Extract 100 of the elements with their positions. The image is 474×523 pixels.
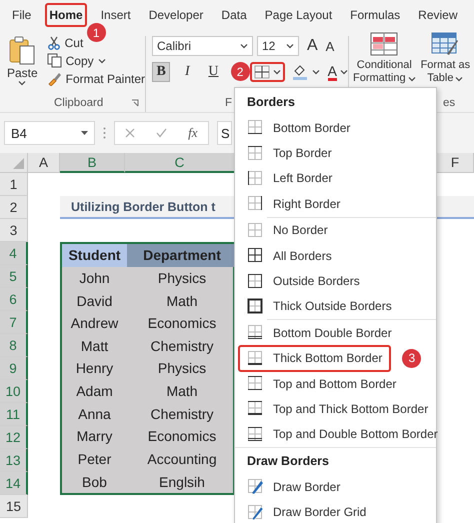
table-cell-text: Accounting bbox=[146, 450, 218, 470]
formula-field[interactable]: S bbox=[217, 121, 232, 145]
paste-button[interactable]: Paste bbox=[6, 66, 38, 80]
menu-item[interactable]: No Border bbox=[239, 218, 336, 243]
ribbon-tab[interactable]: Data bbox=[218, 4, 250, 26]
menu-item[interactable]: Top and Double Bottom Border bbox=[239, 422, 446, 448]
group-label: F bbox=[225, 97, 232, 109]
thick-bottom-border-icon bbox=[247, 350, 264, 367]
chevron-icon[interactable] bbox=[240, 43, 248, 49]
paintbrush-icon[interactable] bbox=[46, 71, 62, 86]
triangle-icon bbox=[13, 158, 24, 169]
chevron-icon[interactable] bbox=[286, 43, 294, 49]
ribbon-tab[interactable]: Review bbox=[415, 4, 461, 26]
copy-icon[interactable] bbox=[46, 53, 62, 68]
menu-item[interactable]: Top and Thick Bottom Border bbox=[239, 396, 436, 422]
row-header[interactable]: 15 bbox=[0, 495, 28, 518]
table-cell-text: John bbox=[78, 268, 111, 288]
menu-item[interactable]: Left Border bbox=[239, 166, 340, 192]
copy-button[interactable]: Copy bbox=[66, 54, 94, 68]
row-header[interactable]: 9 bbox=[0, 357, 28, 380]
all-borders-icon bbox=[247, 247, 264, 264]
chevron-icon[interactable] bbox=[98, 58, 106, 64]
ribbon-tab[interactable]: Insert bbox=[98, 4, 134, 26]
dropdown-arrow-icon bbox=[81, 131, 88, 135]
table-header: Department bbox=[127, 244, 237, 267]
table-header: Student bbox=[62, 244, 127, 267]
row-header[interactable]: 10 bbox=[0, 380, 28, 403]
outside-borders-icon bbox=[247, 272, 264, 290]
menu-item[interactable]: Bottom Double Border bbox=[239, 320, 400, 346]
chevron-icon[interactable] bbox=[340, 69, 348, 75]
table-cell-text: Anna bbox=[77, 404, 112, 424]
row-header[interactable]: 8 bbox=[0, 334, 28, 357]
menu-item[interactable]: Bottom Border bbox=[239, 115, 358, 140]
row-header[interactable]: 5 bbox=[0, 265, 28, 288]
callout-badge: 3 bbox=[402, 348, 422, 368]
menu-item[interactable]: Right Border bbox=[239, 191, 348, 217]
row-header[interactable]: 12 bbox=[0, 426, 28, 449]
row-header[interactable]: 11 bbox=[0, 403, 28, 426]
chevron-icon[interactable] bbox=[312, 69, 320, 75]
shrink-font-button[interactable]: A bbox=[326, 38, 334, 54]
underline-button[interactable]: U bbox=[204, 62, 223, 82]
table-cell-text: Englsih bbox=[158, 472, 206, 492]
bottom-border-icon bbox=[247, 119, 264, 136]
row-header[interactable]: 3 bbox=[0, 219, 28, 242]
column-header[interactable]: C bbox=[125, 153, 235, 173]
menu-heading: Draw Borders bbox=[246, 453, 330, 470]
menu-item[interactable]: All Borders bbox=[239, 242, 340, 268]
conditional-formatting-button[interactable]: Conditional Formatting bbox=[353, 59, 416, 85]
menu-item[interactable]: Top and Bottom Border bbox=[239, 370, 404, 396]
menu-item[interactable]: Thick Outside Borders bbox=[239, 294, 400, 320]
menu-heading: Borders bbox=[246, 94, 296, 111]
column-header[interactable]: A bbox=[28, 153, 60, 173]
chevron-icon bbox=[272, 69, 281, 75]
font-color-button[interactable]: A bbox=[328, 64, 337, 80]
ribbon-tab[interactable]: Formulas bbox=[347, 4, 404, 26]
menu-item[interactable]: Outside Borders bbox=[239, 268, 368, 294]
column-header[interactable]: B bbox=[60, 153, 125, 173]
font-name-field[interactable]: Calibri bbox=[152, 36, 253, 56]
row-header[interactable]: 2 bbox=[0, 196, 28, 219]
ribbon-tab[interactable]: Page Layout bbox=[262, 4, 336, 26]
cut-button[interactable]: Cut bbox=[64, 36, 84, 50]
pencil-icon bbox=[247, 478, 264, 496]
font-size-field[interactable]: 12 bbox=[257, 36, 299, 56]
fill-color-icon[interactable] bbox=[292, 64, 308, 80]
insert-function-button[interactable]: fx bbox=[188, 125, 198, 141]
grow-font-button[interactable]: A bbox=[307, 37, 318, 55]
italic-button[interactable]: I bbox=[178, 62, 196, 82]
borders-button[interactable] bbox=[250, 63, 284, 81]
row-header[interactable]: 13 bbox=[0, 449, 28, 472]
menu-item[interactable]: Draw Border Grid bbox=[239, 499, 374, 523]
format-painter-button[interactable]: Format Painter bbox=[66, 72, 145, 86]
bold-button[interactable]: B bbox=[152, 62, 170, 82]
column-header[interactable]: F bbox=[437, 153, 474, 173]
row-header[interactable]: 7 bbox=[0, 311, 28, 334]
chevron-icon[interactable] bbox=[18, 80, 26, 86]
table-cell-text: Henry bbox=[74, 359, 114, 378]
table-cell-text: Chemistry bbox=[149, 336, 214, 356]
ribbon-tab[interactable]: Home bbox=[46, 4, 86, 26]
ribbon-tab[interactable]: Developer bbox=[146, 4, 206, 26]
name-box[interactable]: B4 bbox=[4, 121, 95, 145]
format-as-table-icon[interactable] bbox=[431, 32, 460, 56]
ribbon-tab[interactable]: File bbox=[9, 4, 34, 26]
table-cell-text: Physics bbox=[156, 359, 208, 378]
row-header[interactable]: 4 bbox=[0, 242, 28, 265]
table-cell-text: Andrew bbox=[70, 314, 120, 334]
row-header[interactable]: 1 bbox=[0, 173, 28, 196]
menu-item[interactable]: Top Border bbox=[239, 140, 340, 166]
row-header[interactable]: 14 bbox=[0, 472, 28, 495]
table-cell-text: Chemistry bbox=[149, 404, 214, 424]
table-cell-text: Economics bbox=[146, 427, 218, 446]
conditional-formatting-icon[interactable] bbox=[370, 32, 398, 56]
table-cell-text: Math bbox=[165, 382, 199, 402]
right-border-icon bbox=[247, 195, 264, 212]
row-header[interactable]: 6 bbox=[0, 288, 28, 311]
paste-icon[interactable] bbox=[8, 36, 36, 66]
check-icon[interactable] bbox=[156, 128, 168, 138]
scissors-icon[interactable] bbox=[46, 36, 61, 50]
format-as-table-button[interactable]: Format as Table bbox=[420, 59, 470, 85]
launcher-icon[interactable] bbox=[131, 99, 139, 107]
menu-item[interactable]: Draw Border bbox=[239, 474, 348, 500]
